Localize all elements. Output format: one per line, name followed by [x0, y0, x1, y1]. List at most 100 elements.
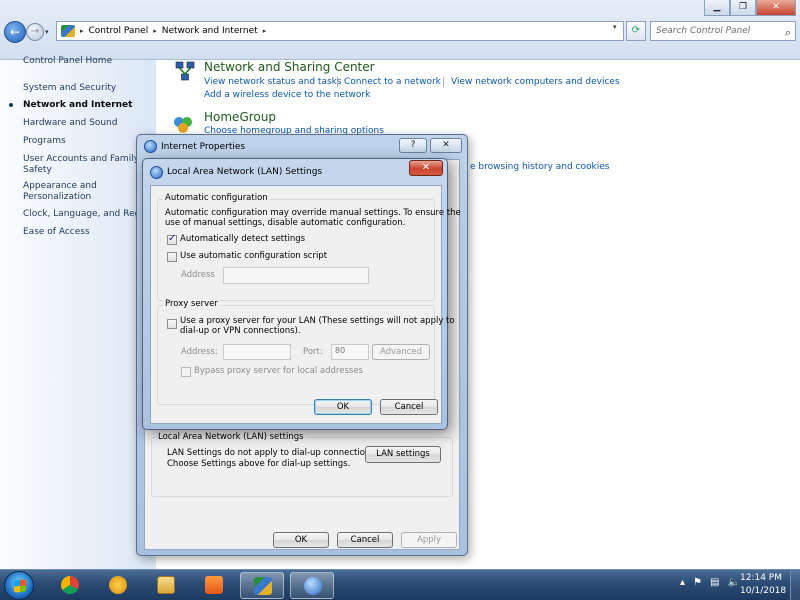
clock-time[interactable]: 12:14 PM	[740, 573, 782, 583]
nav-network-and-internet[interactable]: Network and Internet	[23, 100, 132, 111]
window-controls: ▁ ❐ ✕	[704, 0, 796, 16]
lan-settings-note-1: LAN Settings do not apply to dial-up con…	[167, 448, 378, 458]
search-placeholder: Search Control Panel	[656, 26, 751, 36]
nav-user-accounts-line2[interactable]: Safety	[23, 165, 52, 176]
network-sharing-center-icon	[175, 61, 195, 81]
breadcrumb-separator-icon[interactable]: ▸	[263, 27, 267, 35]
view-network-status-link[interactable]: View network status and tasks	[204, 77, 342, 87]
lan-settings-dialog: Local Area Network (LAN) Settings ✕ Auto…	[142, 158, 461, 430]
ok-button[interactable]: OK	[273, 532, 329, 548]
nav-ease-of-access[interactable]: Ease of Access	[23, 227, 90, 238]
nav-system-and-security[interactable]: System and Security	[23, 83, 116, 94]
port-label: Port:	[303, 347, 323, 357]
internet-options-icon	[304, 577, 322, 595]
control-panel-icon	[254, 577, 272, 595]
forward-arrow-icon[interactable]: →	[26, 23, 44, 41]
lan-ok-button[interactable]: OK	[314, 399, 372, 415]
address-bar[interactable]: ▸ Control Panel ▸ Network and Internet ▸	[56, 21, 624, 41]
taskbar-app-mail[interactable]	[96, 572, 140, 599]
use-proxy-label-2[interactable]: dial-up or VPN connections).	[180, 326, 301, 337]
auto-detect-label[interactable]: Automatically detect settings	[180, 234, 305, 245]
bypass-local-label[interactable]: Bypass proxy server for local addresses	[194, 366, 363, 377]
taskbar: ▴ ⚑ ▤ 🔈 12:14 PM 10/1/2018	[0, 569, 800, 600]
nav-user-accounts[interactable]: User Accounts and Family	[23, 154, 139, 165]
network-tray-icon[interactable]: ▤	[710, 577, 719, 588]
mail-icon	[109, 576, 127, 594]
recent-pages-chevron-icon[interactable]: ▾	[45, 28, 49, 36]
search-input[interactable]: Search Control Panel ⌕	[650, 21, 796, 41]
add-wireless-device-link[interactable]: Add a wireless device to the network	[204, 90, 370, 100]
close-icon[interactable]: ✕	[409, 160, 443, 176]
connect-to-network-link[interactable]: Connect to a network	[344, 77, 441, 87]
automatic-configuration-label: Automatic configuration	[163, 193, 270, 203]
minimize-button[interactable]: ▁	[704, 0, 730, 16]
apply-button[interactable]: Apply	[401, 532, 457, 548]
taskbar-app-internet-options[interactable]	[290, 572, 334, 599]
breadcrumb-separator-icon[interactable]: ▸	[153, 27, 157, 35]
lan-settings-title: Local Area Network (LAN) Settings	[167, 167, 323, 177]
maximize-button[interactable]: ❐	[730, 0, 756, 16]
use-proxy-checkbox[interactable]	[167, 319, 177, 329]
nav-appearance[interactable]: Appearance and	[23, 181, 97, 192]
lan-settings-group-label: Local Area Network (LAN) settings	[156, 432, 306, 442]
script-address-input[interactable]	[223, 267, 369, 284]
action-center-flag-icon[interactable]: ⚑	[693, 577, 702, 588]
search-icon[interactable]: ⌕	[785, 24, 791, 42]
address-dropdown-icon[interactable]: ▾	[613, 23, 617, 31]
lan-settings-body: Automatic configuration Automatic config…	[150, 185, 461, 424]
internet-options-icon	[144, 140, 157, 153]
active-item-bullet-icon	[9, 103, 13, 107]
taskbar-app-media[interactable]	[192, 572, 236, 599]
nav-hardware-and-sound[interactable]: Hardware and Sound	[23, 118, 117, 129]
lan-settings-button[interactable]: LAN settings	[365, 446, 441, 463]
nav-control-panel-home[interactable]: Control Panel Home	[23, 56, 112, 67]
windows-logo-icon	[14, 579, 26, 593]
clock-date[interactable]: 10/1/2018	[740, 586, 786, 596]
taskbar-app-control-panel[interactable]	[240, 572, 284, 599]
link-divider	[443, 77, 444, 87]
close-icon[interactable]: ✕	[430, 138, 462, 153]
refresh-icon[interactable]: ⟳	[626, 21, 646, 41]
close-window-button[interactable]: ✕	[756, 0, 796, 16]
control-panel-icon	[61, 25, 75, 37]
internet-properties-title: Internet Properties	[161, 142, 246, 152]
cancel-button[interactable]: Cancel	[337, 532, 393, 548]
port-input[interactable]: 80	[331, 344, 369, 360]
auto-detect-checkbox[interactable]	[167, 233, 177, 245]
proxy-address-label: Address:	[181, 347, 218, 357]
nav-clock-language-region[interactable]: Clock, Language, and Regio	[23, 209, 148, 220]
breadcrumb-network-and-internet[interactable]: Network and Internet	[162, 26, 258, 36]
nav-programs[interactable]: Programs	[23, 136, 66, 147]
help-button[interactable]: ?	[399, 138, 427, 153]
view-network-computers-link[interactable]: View network computers and devices	[451, 77, 620, 87]
system-tray: ▴ ⚑ ▤ 🔈	[680, 577, 740, 588]
volume-icon[interactable]: 🔈	[727, 577, 739, 588]
lan-cancel-button[interactable]: Cancel	[380, 399, 438, 415]
internet-options-icon	[150, 166, 163, 179]
auto-config-script-label[interactable]: Use automatic configuration script	[180, 251, 327, 262]
chrome-icon	[61, 576, 79, 594]
show-desktop-button[interactable]	[790, 570, 800, 600]
auto-config-script-checkbox[interactable]	[167, 252, 177, 262]
breadcrumb-control-panel[interactable]: Control Panel	[89, 26, 149, 36]
script-address-label: Address	[181, 270, 215, 280]
bypass-local-checkbox[interactable]	[181, 367, 191, 377]
homegroup-title[interactable]: HomeGroup	[204, 110, 276, 124]
advanced-button[interactable]: Advanced	[372, 344, 430, 360]
auto-config-description-2: use of manual settings, disable automati…	[165, 218, 406, 228]
proxy-server-label: Proxy server	[163, 299, 220, 309]
homegroup-icon	[174, 117, 192, 133]
back-arrow-icon[interactable]: ←	[4, 21, 26, 43]
taskbar-app-chrome[interactable]	[48, 572, 92, 599]
nav-appearance-line2[interactable]: Personalization	[23, 192, 91, 203]
lan-settings-note-2: Choose Settings above for dial-up settin…	[167, 459, 351, 469]
network-sharing-center-title[interactable]: Network and Sharing Center	[204, 60, 375, 74]
delete-browsing-history-link[interactable]: e browsing history and cookies	[470, 162, 609, 172]
taskbar-app-explorer[interactable]	[144, 572, 188, 599]
show-hidden-icons-icon[interactable]: ▴	[680, 577, 685, 588]
media-player-icon	[205, 576, 223, 594]
link-divider	[337, 77, 338, 87]
breadcrumb-separator-icon[interactable]: ▸	[80, 27, 84, 35]
proxy-address-input[interactable]	[223, 344, 291, 360]
start-button[interactable]	[4, 571, 34, 600]
